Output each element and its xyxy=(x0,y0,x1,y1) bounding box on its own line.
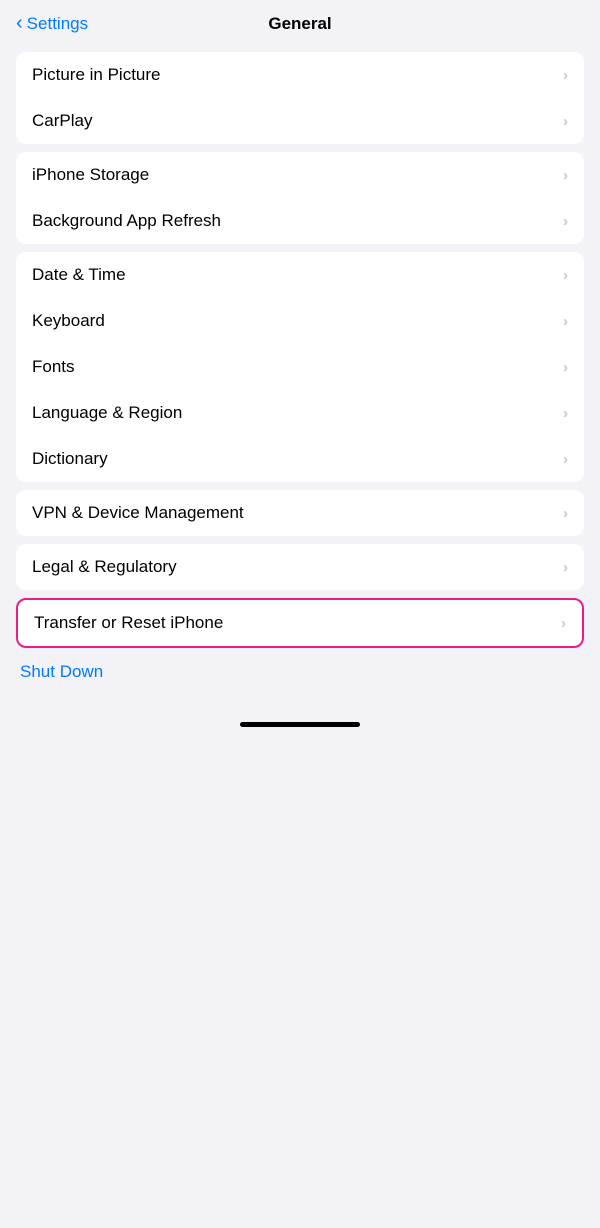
home-indicator xyxy=(0,704,600,737)
iphone-storage-label: iPhone Storage xyxy=(32,165,149,185)
chevron-right-icon: › xyxy=(563,167,568,184)
chevron-right-icon: › xyxy=(563,451,568,468)
picture-in-picture-label: Picture in Picture xyxy=(32,65,161,85)
transfer-reset-label: Transfer or Reset iPhone xyxy=(34,613,223,633)
list-item-background-app-refresh[interactable]: Background App Refresh › xyxy=(16,198,584,244)
section-language-keyboard: Date & Time › Keyboard › Fonts › Languag… xyxy=(16,252,584,482)
chevron-right-icon: › xyxy=(561,615,566,632)
list-item-language-region[interactable]: Language & Region › xyxy=(16,390,584,436)
list-item-legal-regulatory[interactable]: Legal & Regulatory › xyxy=(16,544,584,590)
list-item-dictionary[interactable]: Dictionary › xyxy=(16,436,584,482)
vpn-device-management-label: VPN & Device Management xyxy=(32,503,244,523)
carplay-label: CarPlay xyxy=(32,111,92,131)
list-item-picture-in-picture[interactable]: Picture in Picture › xyxy=(16,52,584,98)
section-picture-carplay: Picture in Picture › CarPlay › xyxy=(16,52,584,144)
section-vpn: VPN & Device Management › xyxy=(16,490,584,536)
chevron-right-icon: › xyxy=(563,405,568,422)
chevron-right-icon: › xyxy=(563,313,568,330)
section-legal: Legal & Regulatory › xyxy=(16,544,584,590)
list-item-iphone-storage[interactable]: iPhone Storage › xyxy=(16,152,584,198)
chevron-right-icon: › xyxy=(563,213,568,230)
chevron-right-icon: › xyxy=(563,505,568,522)
list-item-transfer-reset[interactable]: Transfer or Reset iPhone › xyxy=(18,600,582,646)
fonts-label: Fonts xyxy=(32,357,75,377)
keyboard-label: Keyboard xyxy=(32,311,105,331)
shut-down-section: Shut Down xyxy=(16,648,584,696)
section-storage-refresh: iPhone Storage › Background App Refresh … xyxy=(16,152,584,244)
list-item-carplay[interactable]: CarPlay › xyxy=(16,98,584,144)
home-bar xyxy=(240,722,360,727)
chevron-right-icon: › xyxy=(563,267,568,284)
chevron-left-icon: ‹ xyxy=(16,12,23,35)
back-label: Settings xyxy=(27,14,88,34)
shut-down-button[interactable]: Shut Down xyxy=(20,662,103,681)
chevron-right-icon: › xyxy=(563,359,568,376)
legal-regulatory-label: Legal & Regulatory xyxy=(32,557,177,577)
transfer-reset-container: Transfer or Reset iPhone › xyxy=(16,598,584,648)
chevron-right-icon: › xyxy=(563,559,568,576)
page-title: General xyxy=(268,14,331,34)
date-time-label: Date & Time xyxy=(32,265,126,285)
list-item-date-time[interactable]: Date & Time › xyxy=(16,252,584,298)
header: ‹ Settings General xyxy=(0,0,600,44)
list-item-keyboard[interactable]: Keyboard › xyxy=(16,298,584,344)
chevron-right-icon: › xyxy=(563,67,568,84)
list-item-vpn-device-management[interactable]: VPN & Device Management › xyxy=(16,490,584,536)
list-item-fonts[interactable]: Fonts › xyxy=(16,344,584,390)
dictionary-label: Dictionary xyxy=(32,449,108,469)
chevron-right-icon: › xyxy=(563,113,568,130)
language-region-label: Language & Region xyxy=(32,403,182,423)
back-button[interactable]: ‹ Settings xyxy=(16,13,88,35)
background-app-refresh-label: Background App Refresh xyxy=(32,211,221,231)
